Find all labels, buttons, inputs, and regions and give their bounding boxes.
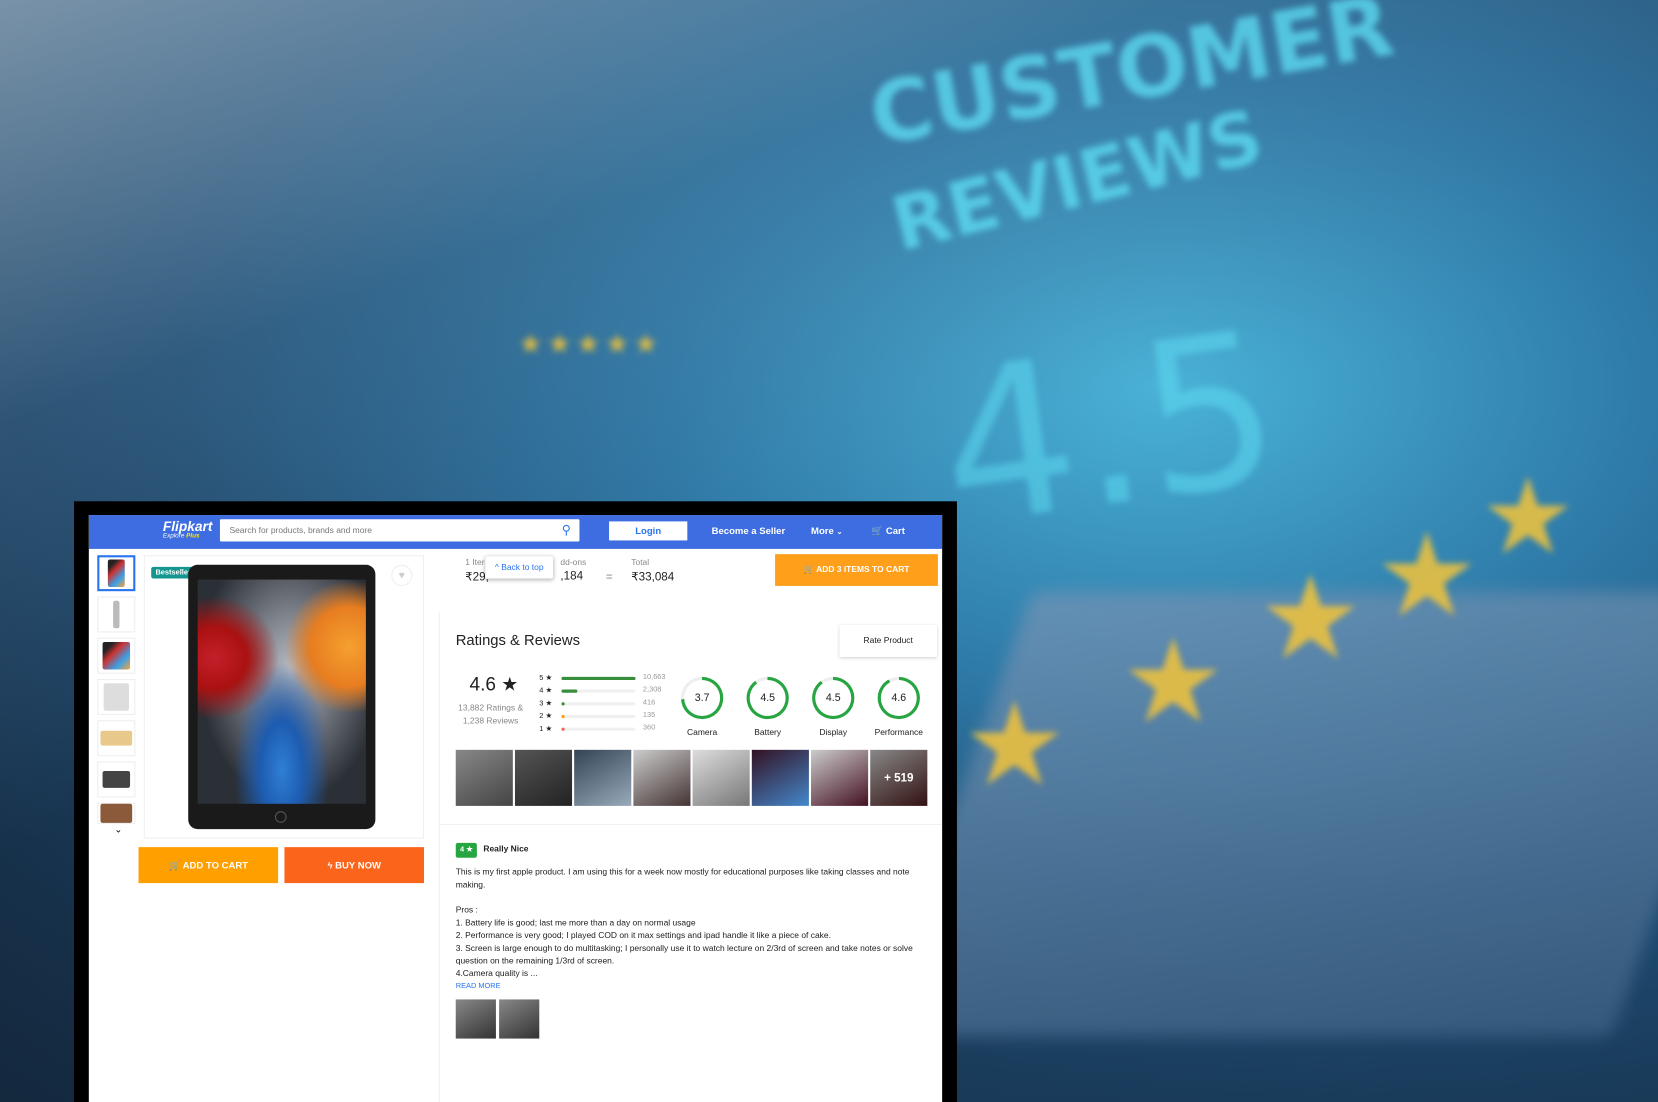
customer-photo[interactable]: [514, 749, 573, 806]
customer-photos: + 519: [455, 749, 928, 806]
review-photo[interactable]: [499, 999, 540, 1039]
more-photos-button[interactable]: + 519: [870, 749, 928, 806]
customer-photo[interactable]: [633, 749, 691, 806]
read-more-link[interactable]: READ MORE: [456, 980, 937, 993]
buy-now-button[interactable]: ϟ BUY NOW: [284, 847, 425, 884]
cart-icon: 🛒: [871, 525, 884, 537]
wishlist-heart-icon[interactable]: ♥: [391, 564, 413, 586]
rating-bar-fill: [561, 714, 565, 719]
thumbnail[interactable]: [97, 678, 136, 715]
stars-icon: ★★★★★: [518, 327, 663, 360]
bg-score: 4.5: [925, 284, 1293, 576]
rate-product-button[interactable]: Rate Product: [840, 625, 937, 657]
thumbnail[interactable]: [97, 802, 136, 824]
rating-bar-fill: [561, 727, 565, 731]
thumbnail-list: ⌄: [97, 555, 139, 835]
rating-bar-row: 5 ★ 10,663: [539, 673, 666, 683]
combo-cart-bar: 1 Iter ₹29, dd-ons ,184 = Total ₹33,084 …: [439, 553, 942, 604]
section-title: Ratings & Reviews: [455, 631, 580, 649]
ratings-reviews-section: Ratings & Reviews Rate Product 4.6 ★ 13,…: [438, 612, 943, 1102]
add-all-to-cart-button[interactable]: 🛒 ADD 3 ITEMS TO CART: [775, 554, 938, 586]
more-menu[interactable]: More ⌄: [811, 526, 843, 537]
star-icon: ★: [1120, 616, 1226, 747]
review-rating-badge: 4 ★: [455, 842, 478, 858]
customer-photo[interactable]: [751, 749, 809, 806]
rating-circle: 3.7: [680, 676, 724, 720]
cart-icon: 🛒: [803, 564, 815, 575]
product-image: Bestseller: [143, 555, 425, 839]
thumbnail[interactable]: [97, 555, 136, 592]
star-icon: ★: [1374, 510, 1479, 641]
review-body: This is my first apple product. I am usi…: [455, 867, 910, 890]
rating-bar-row: 1 ★ 360: [539, 724, 656, 733]
thumbnail[interactable]: [97, 761, 136, 798]
back-to-top-button[interactable]: ^ Back to top: [485, 556, 554, 579]
cart-link[interactable]: 🛒 Cart: [871, 526, 905, 538]
feature-rating-camera: 3.7 Camera: [670, 676, 733, 737]
rating-summary: 13,882 Ratings & 1,238 Reviews: [458, 703, 524, 726]
chevron-up-icon: ^: [494, 562, 499, 573]
feature-rating-performance: 4.6 Performance: [867, 676, 930, 737]
add-to-cart-button[interactable]: 🛒 ADD TO CART: [138, 847, 279, 884]
chevron-down-icon[interactable]: ⌄: [97, 824, 139, 836]
feature-rating-display: 4.5 Display: [802, 676, 865, 737]
review-title: Really Nice: [483, 843, 529, 854]
login-button[interactable]: Login: [609, 521, 688, 541]
rating-bar-row: 3 ★ 416: [539, 699, 656, 708]
chevron-down-icon: ⌄: [836, 528, 843, 537]
search-icon[interactable]: ⚲: [562, 522, 571, 537]
thumbnail[interactable]: [97, 720, 136, 757]
rating-bar-fill: [561, 702, 565, 706]
rating-circle: 4.6: [877, 676, 920, 720]
thumbnail[interactable]: [97, 596, 136, 633]
rating-circle: 4.5: [746, 676, 789, 720]
rating-bar-fill: [561, 689, 578, 693]
average-rating: 4.6 ★: [469, 673, 519, 695]
rating-circle: 4.5: [812, 676, 855, 720]
total-price: ₹33,084: [631, 571, 675, 584]
star-icon: ★: [962, 680, 1067, 811]
customer-photo[interactable]: [455, 749, 513, 806]
search-input[interactable]: Search for products, brands and more ⚲: [219, 519, 580, 542]
customer-photo[interactable]: [811, 749, 869, 806]
review-photo[interactable]: [455, 999, 496, 1039]
top-nav: Flipkart Explore Plus Search for products…: [88, 515, 943, 549]
rating-bar-row: 2 ★ 135: [539, 711, 656, 721]
become-seller-link[interactable]: Become a Seller: [712, 526, 786, 537]
feature-rating-battery: 4.5 Battery: [736, 676, 799, 737]
customer-photo[interactable]: [692, 749, 750, 806]
star-icon: ★: [1258, 553, 1363, 684]
customer-photo[interactable]: [574, 749, 632, 806]
star-icon: ★: [1480, 457, 1576, 577]
thumbnail[interactable]: [97, 637, 136, 674]
rating-bar-row: 4 ★ 2,308: [539, 686, 662, 695]
flipkart-page: Flipkart Explore Plus Search for products…: [88, 515, 943, 1102]
review-card: 4 ★ Really Nice This is my first apple pr…: [455, 842, 937, 1039]
flipkart-logo[interactable]: Flipkart Explore Plus: [163, 518, 213, 539]
cart-icon: 🛒: [168, 859, 181, 871]
rating-bar-fill: [561, 676, 636, 681]
lightning-icon: ϟ: [327, 859, 333, 871]
